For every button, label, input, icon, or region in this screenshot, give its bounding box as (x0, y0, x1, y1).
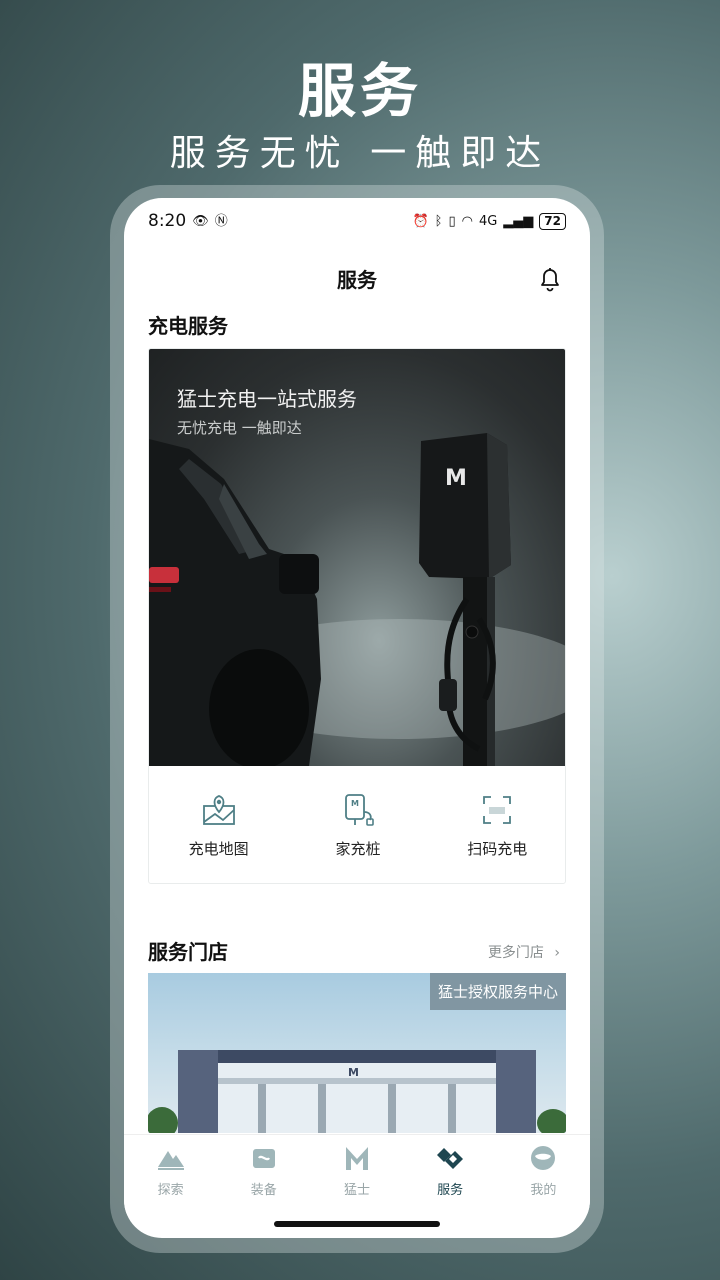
tab-profile-label: 我的 (530, 1183, 557, 1198)
handshake-icon (437, 1148, 464, 1169)
mountain-icon (157, 1151, 184, 1170)
store-card[interactable]: M 猛士授权服务中心 (148, 973, 566, 1133)
svg-text:M: M (348, 1066, 359, 1079)
stores-section-title: 服务门店 (148, 940, 228, 964)
profile-mask-icon (531, 1146, 556, 1170)
map-pin-icon (202, 794, 235, 825)
tab-equipment[interactable]: 装备 (224, 1143, 304, 1198)
alarm-icon: ⏰ (412, 213, 429, 229)
home-charger-icon: M (345, 793, 374, 826)
charging-quick-actions: 充电地图 M 家充桩 扫码充电 (149, 766, 565, 883)
svg-text:M: M (445, 466, 467, 491)
home-charger-button[interactable]: M 家充桩 (303, 792, 413, 859)
tab-mengshi-label: 猛士 (343, 1183, 370, 1198)
home-charger-label: 家充桩 (335, 839, 381, 858)
bluetooth-icon: ᛒ (434, 213, 443, 229)
charging-card: M 猛士充电一站式服务 无忧充电 一触即达 充电地图 M 家充桩 扫码充电 (148, 348, 566, 884)
authorized-service-badge: 猛士授权服务中心 (429, 973, 566, 1010)
svg-text:M: M (351, 799, 359, 808)
tab-mengshi[interactable]: 猛士 (317, 1143, 397, 1198)
home-indicator[interactable] (274, 1221, 440, 1227)
network-type: 4G (478, 213, 498, 229)
tab-explore-label: 探索 (157, 1183, 184, 1198)
phone-screen: 8:20 👁 Ⓝ ⏰ ᛒ ▯ ◠ 4G ▂▄▆ 72 服务 充电服务 M 猛士充… (124, 198, 590, 1238)
signal-icon: ▂▄▆ (503, 213, 534, 229)
tab-service-label: 服务 (437, 1183, 464, 1198)
charging-map-button[interactable]: 充电地图 (164, 792, 274, 859)
charging-section-title: 充电服务 (148, 314, 228, 338)
tab-explore[interactable]: 探索 (131, 1143, 211, 1198)
charging-map-label: 充电地图 (188, 839, 249, 858)
promo-subtitle: 服务无忧 一触即达 (169, 133, 551, 174)
vibrate-icon: ▯ (448, 213, 456, 229)
scan-charge-button[interactable]: 扫码充电 (442, 792, 552, 859)
more-stores-link[interactable]: 更多门店 › (488, 942, 560, 962)
scan-icon (483, 795, 512, 824)
brand-logo-icon (345, 1147, 368, 1170)
status-bar: 8:20 👁 Ⓝ ⏰ ᛒ ▯ ◠ 4G ▂▄▆ 72 (148, 210, 566, 232)
more-stores-label: 更多门店 (487, 945, 544, 961)
hero-headline: 猛士充电一站式服务 (177, 387, 357, 411)
tab-service[interactable]: 服务 (410, 1143, 490, 1198)
hero-subheadline: 无忧充电 一触即达 (177, 419, 302, 437)
charging-hero-banner[interactable]: M 猛士充电一站式服务 无忧充电 一触即达 (149, 349, 565, 766)
equipment-icon (252, 1149, 275, 1168)
nfc-icon: Ⓝ (214, 213, 228, 229)
page-title: 服务 (337, 268, 377, 292)
promo-title: 服务 (297, 57, 422, 125)
battery-level: 72 (539, 212, 566, 230)
bottom-tab-bar: 探索 装备 猛士 服务 我的 (124, 1134, 590, 1214)
tab-equipment-label: 装备 (250, 1183, 277, 1198)
scan-charge-label: 扫码充电 (467, 839, 528, 858)
bell-icon[interactable] (538, 266, 562, 292)
chevron-right-icon: › (554, 945, 560, 961)
tab-profile[interactable]: 我的 (503, 1143, 583, 1198)
status-time: 8:20 (148, 211, 187, 231)
wifi-icon: ◠ (461, 213, 473, 229)
eye-icon: 👁 (192, 213, 209, 229)
